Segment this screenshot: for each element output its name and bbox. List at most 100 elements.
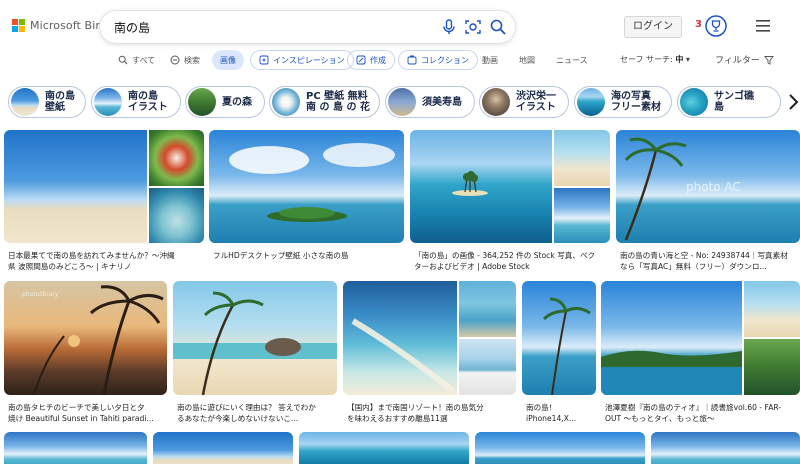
safe-search-value: 中	[675, 55, 684, 64]
chevron-down-icon: ▾	[685, 55, 690, 64]
result-image	[343, 281, 457, 395]
result-image	[651, 432, 800, 464]
aerial-sandbar	[351, 318, 455, 394]
image-result[interactable]	[4, 130, 204, 243]
result-image: photolibrary	[4, 281, 167, 395]
search-icon[interactable]	[489, 18, 507, 36]
image-result[interactable]	[299, 432, 469, 464]
watermark-text: photo AC	[686, 180, 741, 194]
chip-thumbnail	[11, 88, 39, 116]
header: Microsoft Bing 南の島 ログイン 3	[0, 0, 800, 52]
rewards-count[interactable]: 3	[695, 19, 702, 30]
related-chip[interactable]: 夏の森	[185, 86, 265, 118]
result-caption[interactable]: 【国内】まで南国リゾート！南の島気分 を味わえるおすすめ離島11選	[347, 402, 515, 424]
search-input[interactable]: 南の島	[114, 19, 150, 36]
chevron-right-icon[interactable]	[786, 93, 800, 111]
tab-all[interactable]: すべて	[118, 50, 155, 70]
result-image	[522, 281, 596, 395]
result-caption[interactable]: フルHDデスクトップ壁紙 小さな南の島	[213, 250, 405, 261]
chip-thumbnail	[94, 88, 122, 116]
chip-thumbnail	[272, 88, 300, 116]
related-chip[interactable]: PC 壁紙 無料 南 の 島 の 花	[269, 86, 380, 118]
filter-label: フィルター	[715, 56, 760, 66]
tab-label: コレクション	[421, 55, 469, 65]
tab-news[interactable]: ニュース	[556, 50, 588, 70]
result-caption[interactable]: 日本最果てで南の島を訪れてみませんか？〜沖縄 県 波照間島のみどころ〜 | キナ…	[8, 250, 204, 272]
related-chip[interactable]: 渋沢栄一 イラスト	[479, 86, 569, 118]
scope-tabs: すべて 検索 画像 インスピレーション 作成 コレクション 動画 地図 ニュース…	[0, 50, 800, 72]
image-result[interactable]	[651, 432, 800, 464]
related-searches: 南の島 壁紙 南の島 イラスト 夏の森 PC 壁紙 無料 南 の 島 の 花 須…	[0, 86, 800, 120]
result-image	[173, 281, 337, 395]
result-caption[interactable]: 南の島タヒチのビーチで美しい夕日と夕 焼け Beautiful Sunset i…	[8, 402, 168, 424]
result-image	[554, 188, 610, 243]
tab-label: 画像	[220, 55, 236, 65]
visual-search-icon[interactable]	[464, 18, 482, 36]
image-result[interactable]	[173, 281, 337, 395]
image-result[interactable]	[601, 281, 800, 395]
safe-search-label: セーフ サーチ:	[620, 55, 673, 64]
chip-thumbnail	[680, 88, 708, 116]
chip-label: サンゴ礁 島	[714, 91, 754, 113]
chip-thumbnail	[482, 88, 510, 116]
search-box[interactable]: 南の島	[100, 11, 515, 43]
tab-videos[interactable]: 動画	[482, 50, 498, 70]
tab-inspiration[interactable]: インスピレーション	[250, 50, 354, 70]
filter-button[interactable]: フィルター	[715, 53, 774, 66]
result-image	[209, 130, 404, 243]
result-image	[744, 339, 800, 395]
chip-label: 渋沢栄一 イラスト	[516, 91, 556, 113]
result-caption[interactable]: 南の島に遊びにいく理由は？ 答えでわか るあなたが今楽しめないけないこ...	[177, 402, 337, 424]
tab-label: 作成	[370, 55, 386, 65]
related-chip[interactable]: 南の島 壁紙	[8, 86, 86, 118]
login-button[interactable]: ログイン	[624, 16, 682, 38]
result-image	[475, 432, 645, 464]
image-result[interactable]	[4, 432, 147, 464]
related-chip[interactable]: 南の島 イラスト	[91, 86, 181, 118]
island-coast	[601, 350, 742, 395]
tab-label: インスピレーション	[273, 55, 345, 65]
microphone-icon[interactable]	[440, 18, 458, 36]
result-caption[interactable]: 南の島の青い海と空 - No: 24938744｜写真素材 なら「写真AC」無料…	[620, 250, 800, 272]
beach-rocks	[173, 291, 337, 395]
sparkle-icon	[259, 55, 269, 65]
hamburger-menu-icon[interactable]	[756, 20, 770, 32]
related-chip[interactable]: サンゴ礁 島	[677, 86, 781, 118]
chip-thumbnail	[388, 88, 416, 116]
tab-maps[interactable]: 地図	[519, 50, 535, 70]
result-caption[interactable]: 池澤夏樹『南の島のティオ』｜読書旅vol.60 - FAR- OUT 〜もっとタ…	[605, 402, 800, 424]
bing-logo[interactable]: Microsoft Bing	[12, 19, 110, 32]
chip-label: 須美寿島	[422, 96, 462, 108]
image-result[interactable]	[343, 281, 516, 395]
rewards-trophy-icon[interactable]	[705, 15, 727, 37]
chip-label: PC 壁紙 無料 南 の 島 の 花	[306, 91, 370, 113]
image-result[interactable]: photolibrary	[4, 281, 167, 395]
tab-label: 地図	[519, 55, 535, 65]
image-result[interactable]	[209, 130, 404, 243]
microsoft-logo-icon	[12, 19, 25, 32]
tab-copilot-search[interactable]: 検索	[170, 50, 200, 70]
tab-create[interactable]: 作成	[347, 50, 395, 70]
related-chip[interactable]: 海の写真 フリー素材	[574, 86, 672, 118]
image-result[interactable]	[410, 130, 610, 243]
filter-icon	[763, 55, 774, 65]
result-image	[459, 339, 516, 395]
image-result[interactable]: photo AC	[616, 130, 800, 243]
result-caption[interactable]: 南の島！ iPhone14,X...	[526, 402, 598, 424]
result-image	[601, 281, 742, 395]
image-result[interactable]	[522, 281, 596, 395]
copilot-icon	[170, 55, 180, 65]
result-image	[459, 281, 516, 337]
tab-label: 動画	[482, 55, 498, 65]
chip-label: 南の島 イラスト	[128, 91, 168, 113]
tab-label: すべて	[132, 55, 156, 65]
image-result[interactable]	[153, 432, 293, 464]
safe-search-dropdown[interactable]: セーフ サーチ: 中 ▾	[620, 54, 690, 65]
palm-tree	[542, 297, 591, 395]
result-caption[interactable]: 「南の島」の画像 - 364,252 件の Stock 写真、ベク ターおよびビ…	[414, 250, 610, 272]
tab-images[interactable]: 画像	[212, 50, 244, 70]
tab-label: 検索	[184, 55, 200, 65]
related-chip[interactable]: 須美寿島	[385, 86, 475, 118]
image-result[interactable]	[475, 432, 645, 464]
tab-collections[interactable]: コレクション	[398, 50, 478, 70]
